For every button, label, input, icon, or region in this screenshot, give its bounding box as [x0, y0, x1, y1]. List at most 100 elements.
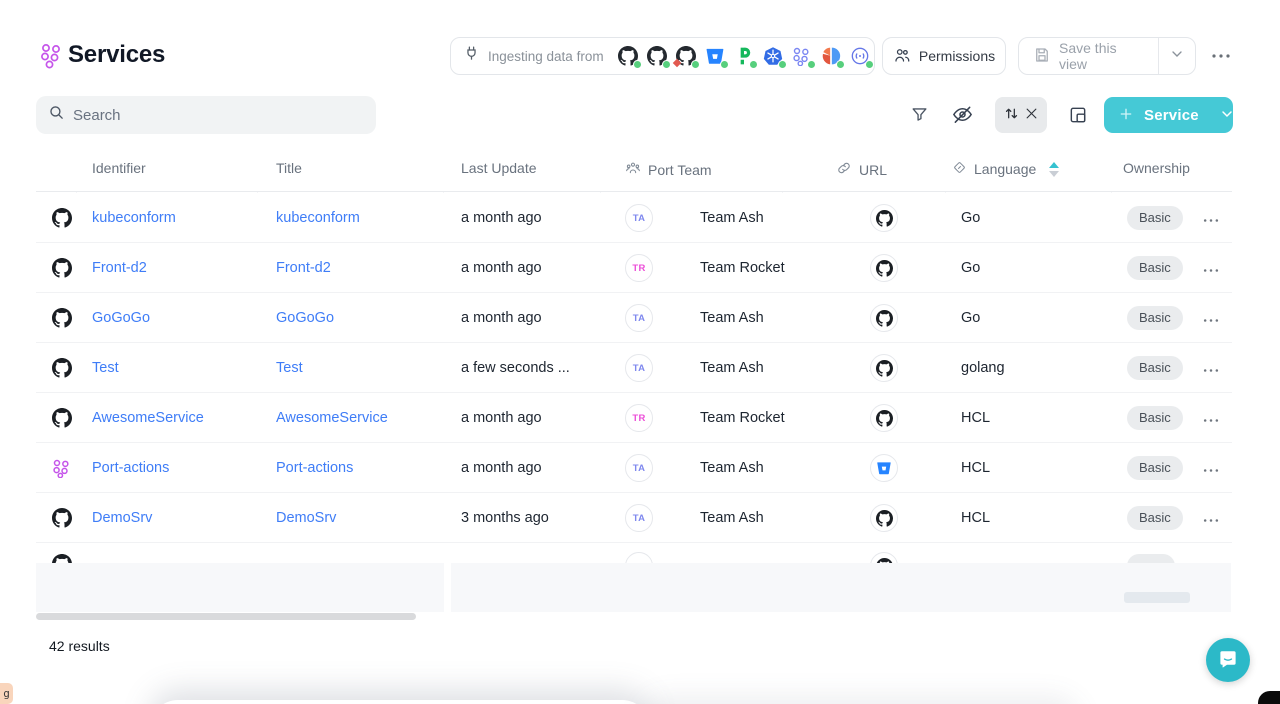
github-icon[interactable] — [618, 46, 639, 67]
chevron-down-icon[interactable] — [1219, 106, 1235, 125]
hide-properties-button[interactable] — [946, 100, 978, 132]
filter-button[interactable] — [903, 100, 935, 132]
title-link[interactable]: Port-actions — [276, 443, 353, 493]
row-menu-button[interactable] — [1196, 356, 1226, 380]
bitbucket-icon[interactable] — [705, 46, 726, 67]
kubernetes-icon[interactable] — [763, 46, 784, 67]
table-row[interactable]: AwesomeService AwesomeService a month ag… — [36, 393, 1232, 443]
identifier-link[interactable]: AwesomeService — [92, 393, 204, 443]
github-icon[interactable] — [870, 204, 898, 232]
save-view-button[interactable]: Save this view — [1019, 38, 1158, 74]
last-update-value: a month ago — [461, 393, 542, 443]
webhook-icon[interactable] — [850, 46, 871, 67]
identifier-link[interactable]: Front-d2 — [92, 243, 147, 293]
corner-overlay — [1258, 691, 1280, 704]
column-header-title[interactable]: Title — [276, 160, 302, 176]
status-ok-dot — [807, 60, 816, 69]
people-icon — [893, 46, 911, 67]
eye-off-icon — [951, 103, 974, 129]
team-icon — [625, 160, 641, 179]
save-view-caret-button[interactable] — [1158, 38, 1195, 74]
search-input[interactable] — [73, 107, 353, 124]
identifier-link[interactable]: kubeconform — [92, 193, 176, 243]
table-row[interactable]: Front-d2 Front-d2 a month ago TR Team Ro… — [36, 243, 1232, 293]
team-avatar[interactable]: TA — [625, 504, 653, 532]
team-avatar[interactable]: TA — [625, 354, 653, 382]
row-menu-button[interactable] — [1196, 456, 1226, 480]
github-icon[interactable] — [870, 304, 898, 332]
integration-list — [618, 46, 871, 67]
chat-launcher-button[interactable] — [1206, 638, 1250, 682]
row-menu-button[interactable] — [1196, 206, 1226, 230]
table-row[interactable]: Test Test a few seconds ... TA Team Ash … — [36, 343, 1232, 393]
row-menu-button[interactable] — [1196, 306, 1226, 330]
hidden-panel-shadow — [150, 700, 650, 704]
table-row[interactable]: DemoSrv DemoSrv 3 months ago TA Team Ash… — [36, 493, 1232, 543]
title-link[interactable]: AwesomeService — [276, 393, 388, 443]
pagerduty-icon[interactable] — [734, 46, 755, 67]
port-icon[interactable] — [792, 46, 813, 67]
horizontal-scrollbar[interactable] — [36, 613, 416, 620]
status-ok-dot — [778, 60, 787, 69]
github-icon[interactable] — [870, 254, 898, 282]
team-avatar[interactable]: TA — [625, 454, 653, 482]
row-menu-button[interactable] — [1196, 506, 1226, 530]
row-menu-button[interactable] — [1196, 406, 1226, 430]
last-update-value: a month ago — [461, 293, 542, 343]
github-icon[interactable] — [647, 46, 668, 67]
github-icon[interactable] — [870, 354, 898, 382]
clear-sort-icon[interactable] — [1024, 106, 1039, 124]
page-more-options-button[interactable] — [1208, 46, 1234, 66]
column-header-url[interactable]: URL — [836, 160, 887, 179]
plug-icon — [463, 45, 480, 67]
github-icon[interactable] — [870, 504, 898, 532]
title-link[interactable]: Test — [276, 343, 303, 393]
team-avatar[interactable]: TR — [625, 404, 653, 432]
permissions-label: Permissions — [919, 48, 995, 64]
title-link[interactable]: kubeconform — [276, 193, 360, 243]
search-box[interactable] — [36, 96, 376, 134]
title-link[interactable]: GoGoGo — [276, 293, 334, 343]
identifier-link[interactable]: Port-actions — [92, 443, 169, 493]
column-header-ownership[interactable]: Ownership — [1123, 160, 1190, 176]
team-avatar[interactable]: TR — [625, 254, 653, 282]
title-link[interactable]: Front-d2 — [276, 243, 331, 293]
language-value: HCL — [961, 393, 990, 443]
add-service-button[interactable]: Service — [1104, 97, 1233, 133]
github-icon[interactable] — [870, 404, 898, 432]
column-header-identifier[interactable]: Identifier — [92, 160, 146, 176]
column-header-last-update[interactable]: Last Update — [461, 160, 537, 176]
filter-icon — [910, 105, 929, 127]
sort-indicator[interactable] — [1049, 162, 1059, 177]
table-row[interactable]: Port-actions Port-actions a month ago TA… — [36, 443, 1232, 493]
row-menu-button[interactable] — [1196, 256, 1226, 280]
loading-band — [451, 563, 1231, 612]
column-header-port-team[interactable]: Port Team — [625, 160, 712, 179]
title-link[interactable]: DemoSrv — [276, 493, 336, 543]
column-header-language[interactable]: Language — [952, 160, 1059, 178]
permissions-button[interactable]: Permissions — [882, 37, 1006, 75]
browser-extension-badge: g — [0, 683, 13, 704]
identifier-link[interactable]: GoGoGo — [92, 293, 150, 343]
table-row[interactable]: GoGoGo GoGoGo a month ago TA Team Ash Go… — [36, 293, 1232, 343]
last-update-value: a few seconds ... — [461, 343, 570, 393]
team-name: Team Ash — [700, 343, 764, 393]
ownership-badge: Basic — [1127, 356, 1183, 380]
team-name: Team Ash — [700, 293, 764, 343]
team-name: Team Rocket — [700, 393, 785, 443]
language-value: Go — [961, 193, 980, 243]
table-row[interactable]: kubeconform kubeconform a month ago TA T… — [36, 193, 1232, 243]
last-update-value: 3 months ago — [461, 493, 549, 543]
bitbucket-icon[interactable] — [870, 454, 898, 482]
sort-active-button[interactable] — [995, 97, 1047, 133]
github-alert-icon[interactable] — [676, 46, 697, 67]
identifier-link[interactable]: Test — [92, 343, 119, 393]
ownership-badge: Basic — [1127, 306, 1183, 330]
group-by-button[interactable] — [1062, 100, 1094, 132]
team-avatar[interactable]: TA — [625, 204, 653, 232]
identifier-link[interactable]: DemoSrv — [92, 493, 152, 543]
team-avatar[interactable]: TA — [625, 304, 653, 332]
analytics-icon[interactable] — [821, 46, 842, 67]
last-update-value: a month ago — [461, 243, 542, 293]
ingesting-status-pill[interactable]: Ingesting data from — [450, 37, 875, 75]
